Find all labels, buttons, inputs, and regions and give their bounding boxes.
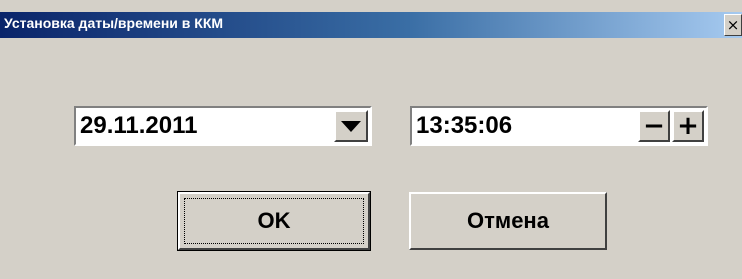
time-field[interactable]: 13:35:06 − + [410, 106, 708, 146]
time-value[interactable]: 13:35:06 [416, 112, 512, 140]
time-decrement-button[interactable]: − [638, 110, 670, 142]
focus-indicator [184, 198, 364, 244]
dialog-window: Установка даты/времени в ККМ × 29.11.201… [0, 0, 742, 279]
window-title: Установка даты/времени в ККМ [4, 15, 224, 31]
ok-button[interactable]: OK [177, 191, 371, 251]
close-button[interactable]: × [724, 14, 742, 36]
time-increment-button[interactable]: + [672, 110, 704, 142]
title-bar[interactable]: Установка даты/времени в ККМ × [0, 12, 742, 38]
minus-icon: − [643, 111, 665, 141]
plus-icon: + [677, 111, 699, 141]
cancel-button-label: Отмена [467, 208, 549, 233]
cancel-button[interactable]: Отмена [409, 192, 607, 250]
date-picker[interactable]: 29.11.2011 [74, 106, 372, 146]
close-icon: × [726, 16, 740, 34]
date-dropdown-button[interactable] [334, 110, 368, 142]
date-value[interactable]: 29.11.2011 [80, 112, 197, 140]
chevron-down-icon [341, 120, 361, 132]
